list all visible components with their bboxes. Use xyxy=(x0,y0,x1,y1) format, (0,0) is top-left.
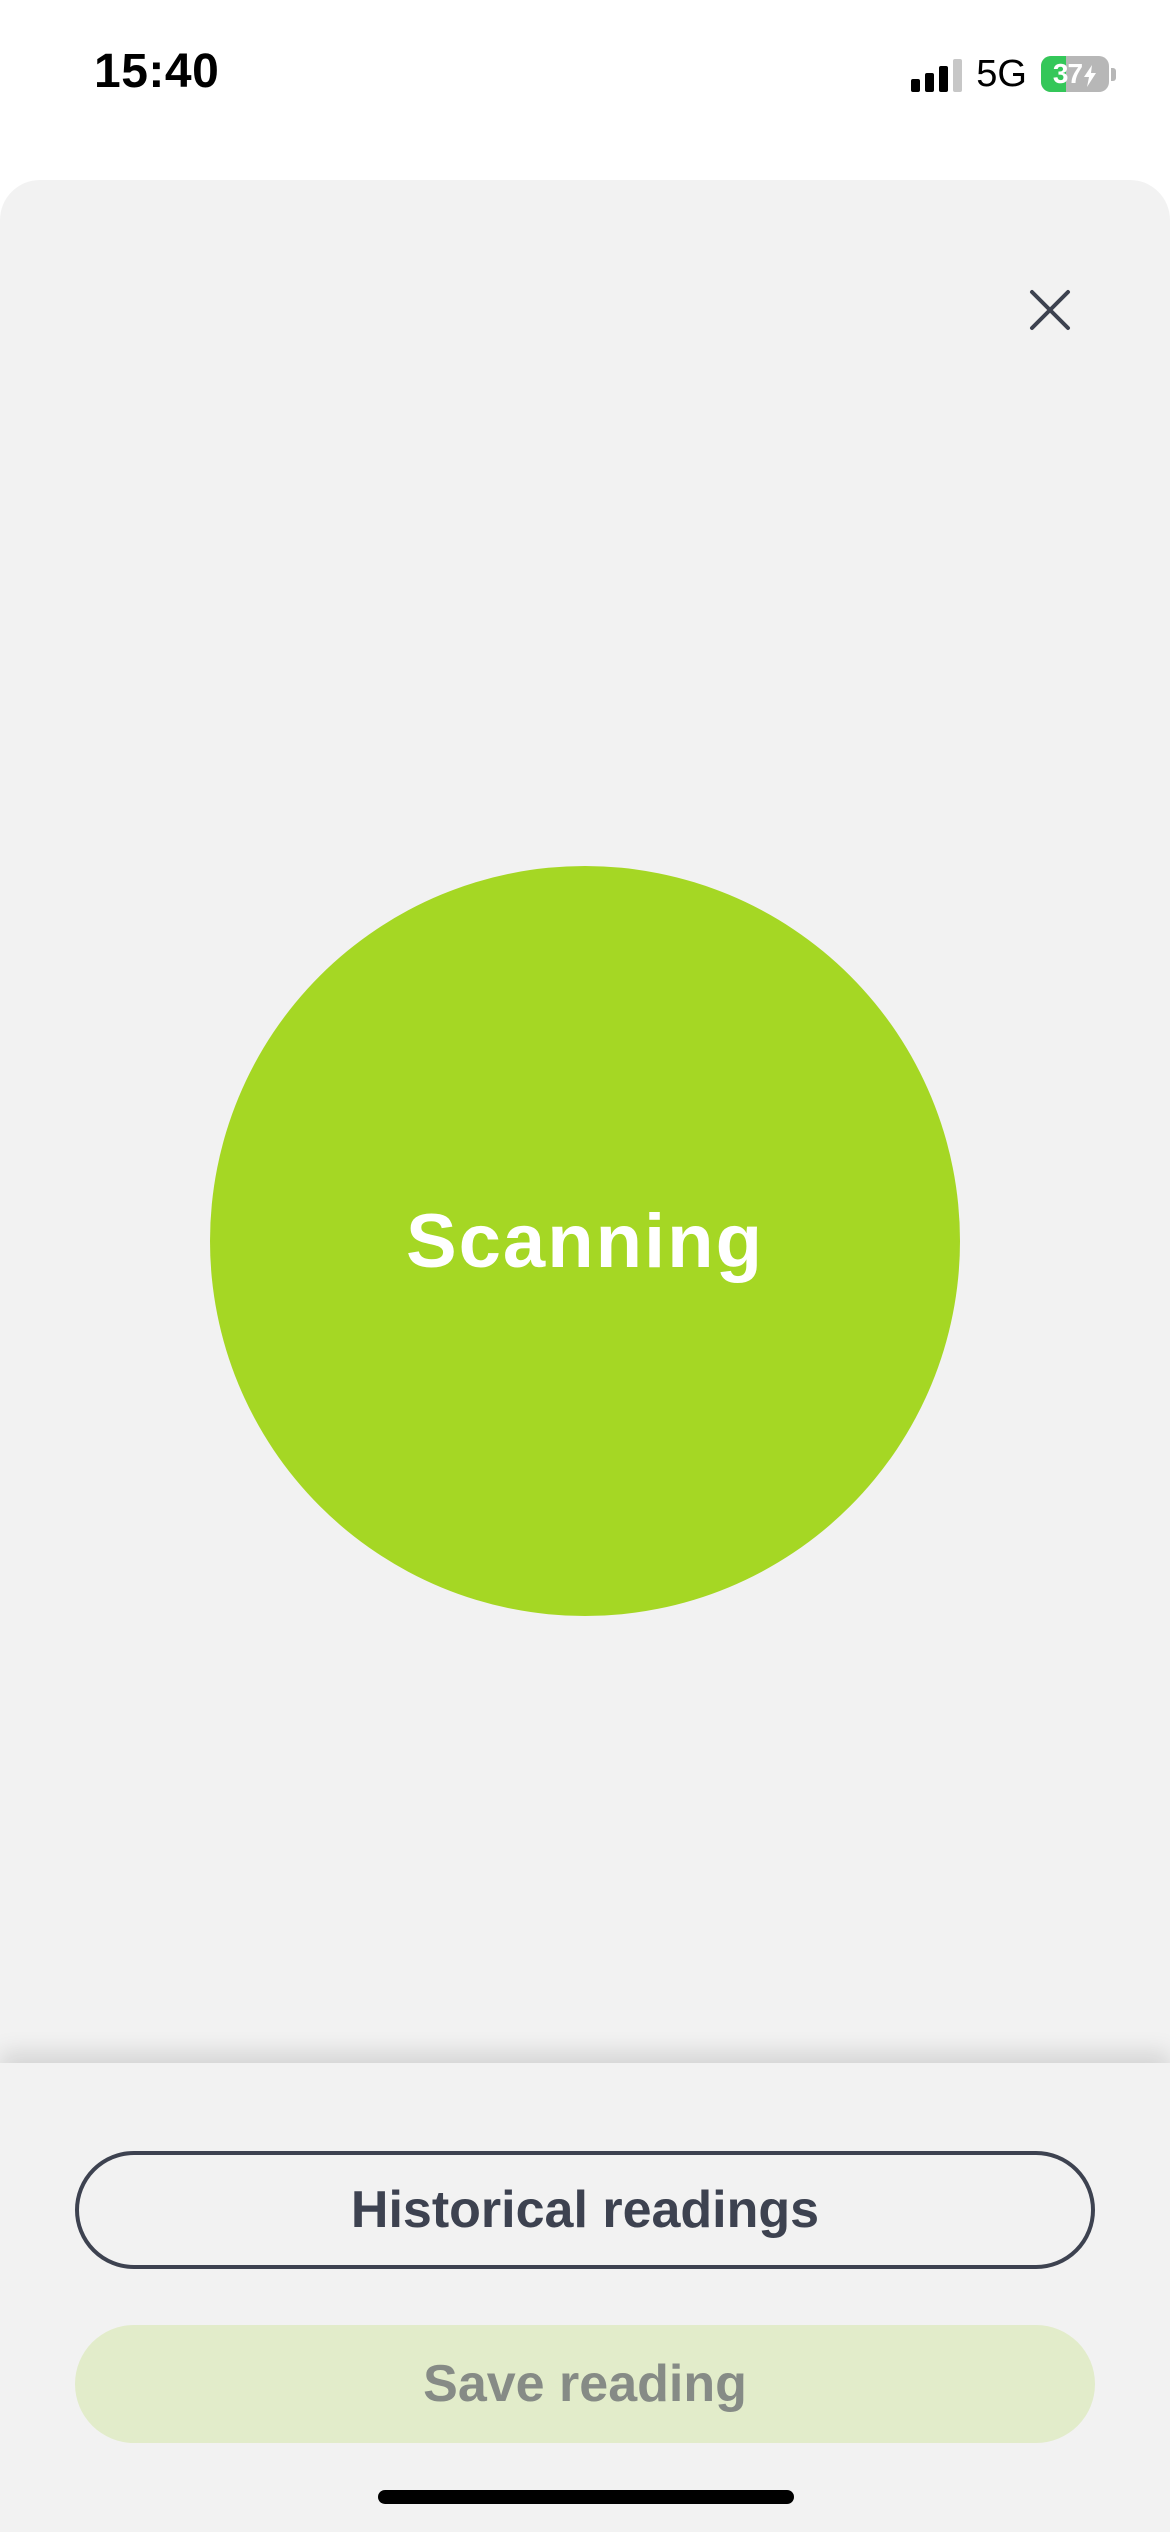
charging-bolt-icon xyxy=(1084,64,1097,87)
scan-indicator[interactable]: Scanning xyxy=(210,866,960,1616)
battery-percent: 37 xyxy=(1053,58,1097,90)
app-screen: 15:40 5G 37 Scanning Historical readings… xyxy=(0,0,1170,2532)
battery-nub xyxy=(1111,67,1116,81)
battery-charging-icon: 37 xyxy=(1041,56,1109,92)
historical-readings-button[interactable]: Historical readings xyxy=(75,2151,1095,2269)
status-bar: 15:40 5G 37 xyxy=(0,0,1170,150)
signal-icon xyxy=(911,56,963,92)
signal-bar xyxy=(911,79,921,92)
home-indicator[interactable] xyxy=(378,2490,794,2504)
signal-bar xyxy=(925,73,935,92)
network-label: 5G xyxy=(976,52,1027,95)
signal-bar xyxy=(939,66,949,92)
scan-status-label: Scanning xyxy=(405,1198,765,1284)
status-time: 15:40 xyxy=(94,45,220,98)
close-button[interactable] xyxy=(1012,272,1088,348)
signal-bar xyxy=(953,59,963,92)
action-panel: Historical readings Save reading xyxy=(0,2063,1170,2532)
status-indicators: 5G 37 xyxy=(911,52,1116,96)
close-icon xyxy=(1030,290,1070,330)
save-reading-button[interactable]: Save reading xyxy=(75,2325,1095,2443)
